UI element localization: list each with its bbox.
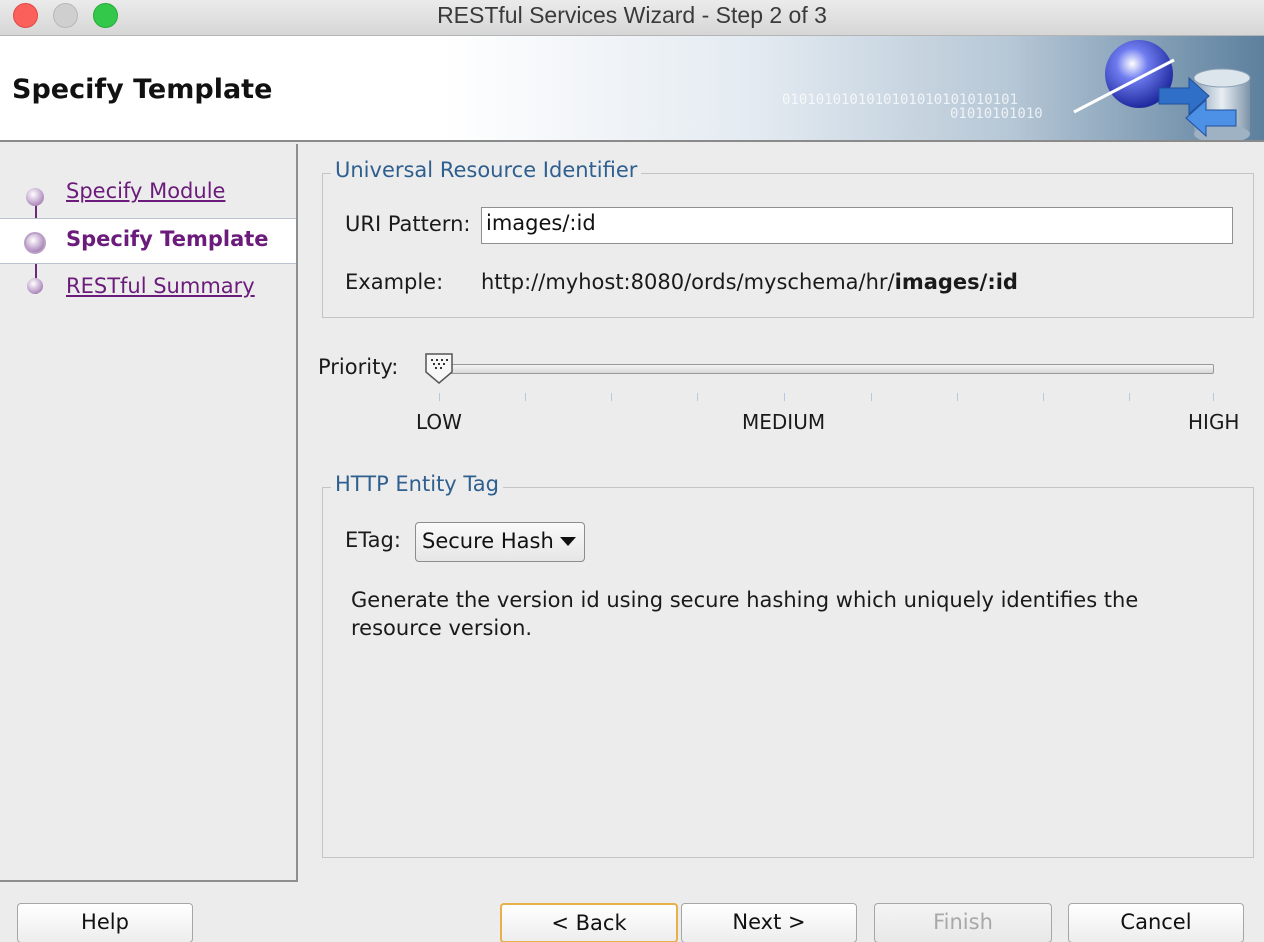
banner-binary-text-2: 01010101010: [950, 106, 1043, 122]
step-completed-icon: [26, 188, 44, 206]
etag-label: ETag:: [345, 528, 401, 552]
step-current-icon: [24, 232, 46, 254]
priority-tick: [611, 393, 612, 401]
nav-step-specify-module[interactable]: Specify Module: [0, 171, 296, 217]
priority-high-label: HIGH: [1188, 410, 1240, 434]
wizard-window: RESTful Services Wizard - Step 2 of 3 Sp…: [0, 0, 1264, 942]
priority-tick: [525, 393, 526, 401]
example-label: Example:: [345, 270, 444, 294]
priority-tick: [697, 393, 698, 401]
etag-group: HTTP Entity Tag ETag: Secure Hash Genera…: [322, 472, 1254, 858]
nav-step-label[interactable]: RESTful Summary: [66, 274, 255, 298]
help-button[interactable]: Help: [17, 903, 193, 942]
priority-tick: [784, 393, 785, 401]
page-title: Specify Template: [12, 74, 273, 105]
header-banner: Specify Template 01010101010101010101010…: [0, 36, 1264, 142]
example-url-pattern: images/:id: [894, 270, 1018, 294]
priority-slider-track[interactable]: [438, 364, 1214, 374]
etag-group-title: HTTP Entity Tag: [331, 472, 503, 496]
priority-tick: [439, 393, 440, 401]
nav-step-specify-template[interactable]: Specify Template: [0, 218, 296, 264]
example-url: http://myhost:8080/ords/myschema/hr/imag…: [481, 270, 1018, 294]
priority-slider-thumb[interactable]: [424, 352, 454, 384]
window-title: RESTful Services Wizard - Step 2 of 3: [437, 2, 827, 28]
priority-medium-label: MEDIUM: [742, 410, 826, 434]
priority-tick: [1129, 393, 1130, 401]
uri-pattern-input[interactable]: images/:id: [481, 207, 1233, 244]
example-url-prefix: http://myhost:8080/ords/myschema/hr/: [481, 270, 895, 294]
nav-step-restful-summary[interactable]: RESTful Summary: [0, 266, 296, 312]
priority-tick: [1213, 393, 1214, 401]
uri-group-title: Universal Resource Identifier: [331, 158, 642, 182]
step-pending-icon: [27, 278, 43, 294]
next-button[interactable]: Next >: [681, 903, 857, 942]
finish-button[interactable]: Finish: [874, 903, 1052, 942]
nav-step-label[interactable]: Specify Module: [66, 179, 225, 203]
uri-pattern-label: URI Pattern:: [345, 212, 471, 236]
rest-services-logo-icon: [1073, 40, 1251, 140]
title-bar: RESTful Services Wizard - Step 2 of 3: [0, 0, 1264, 36]
wizard-steps-nav: Specify Module Specify Template RESTful …: [0, 144, 298, 882]
etag-description: Generate the version id using secure has…: [351, 588, 1139, 640]
etag-selected-value: Secure Hash: [422, 529, 554, 553]
back-button[interactable]: < Back: [500, 903, 678, 942]
priority-low-label: LOW: [416, 410, 462, 434]
etag-dropdown[interactable]: Secure Hash: [415, 522, 585, 562]
nav-step-label: Specify Template: [66, 227, 269, 251]
cancel-button[interactable]: Cancel: [1068, 903, 1244, 942]
chevron-down-icon: [560, 537, 576, 546]
priority-label: Priority:: [318, 355, 399, 379]
uri-group: Universal Resource Identifier URI Patter…: [322, 158, 1254, 318]
priority-tick: [871, 393, 872, 401]
priority-tick: [957, 393, 958, 401]
priority-tick: [1043, 393, 1044, 401]
